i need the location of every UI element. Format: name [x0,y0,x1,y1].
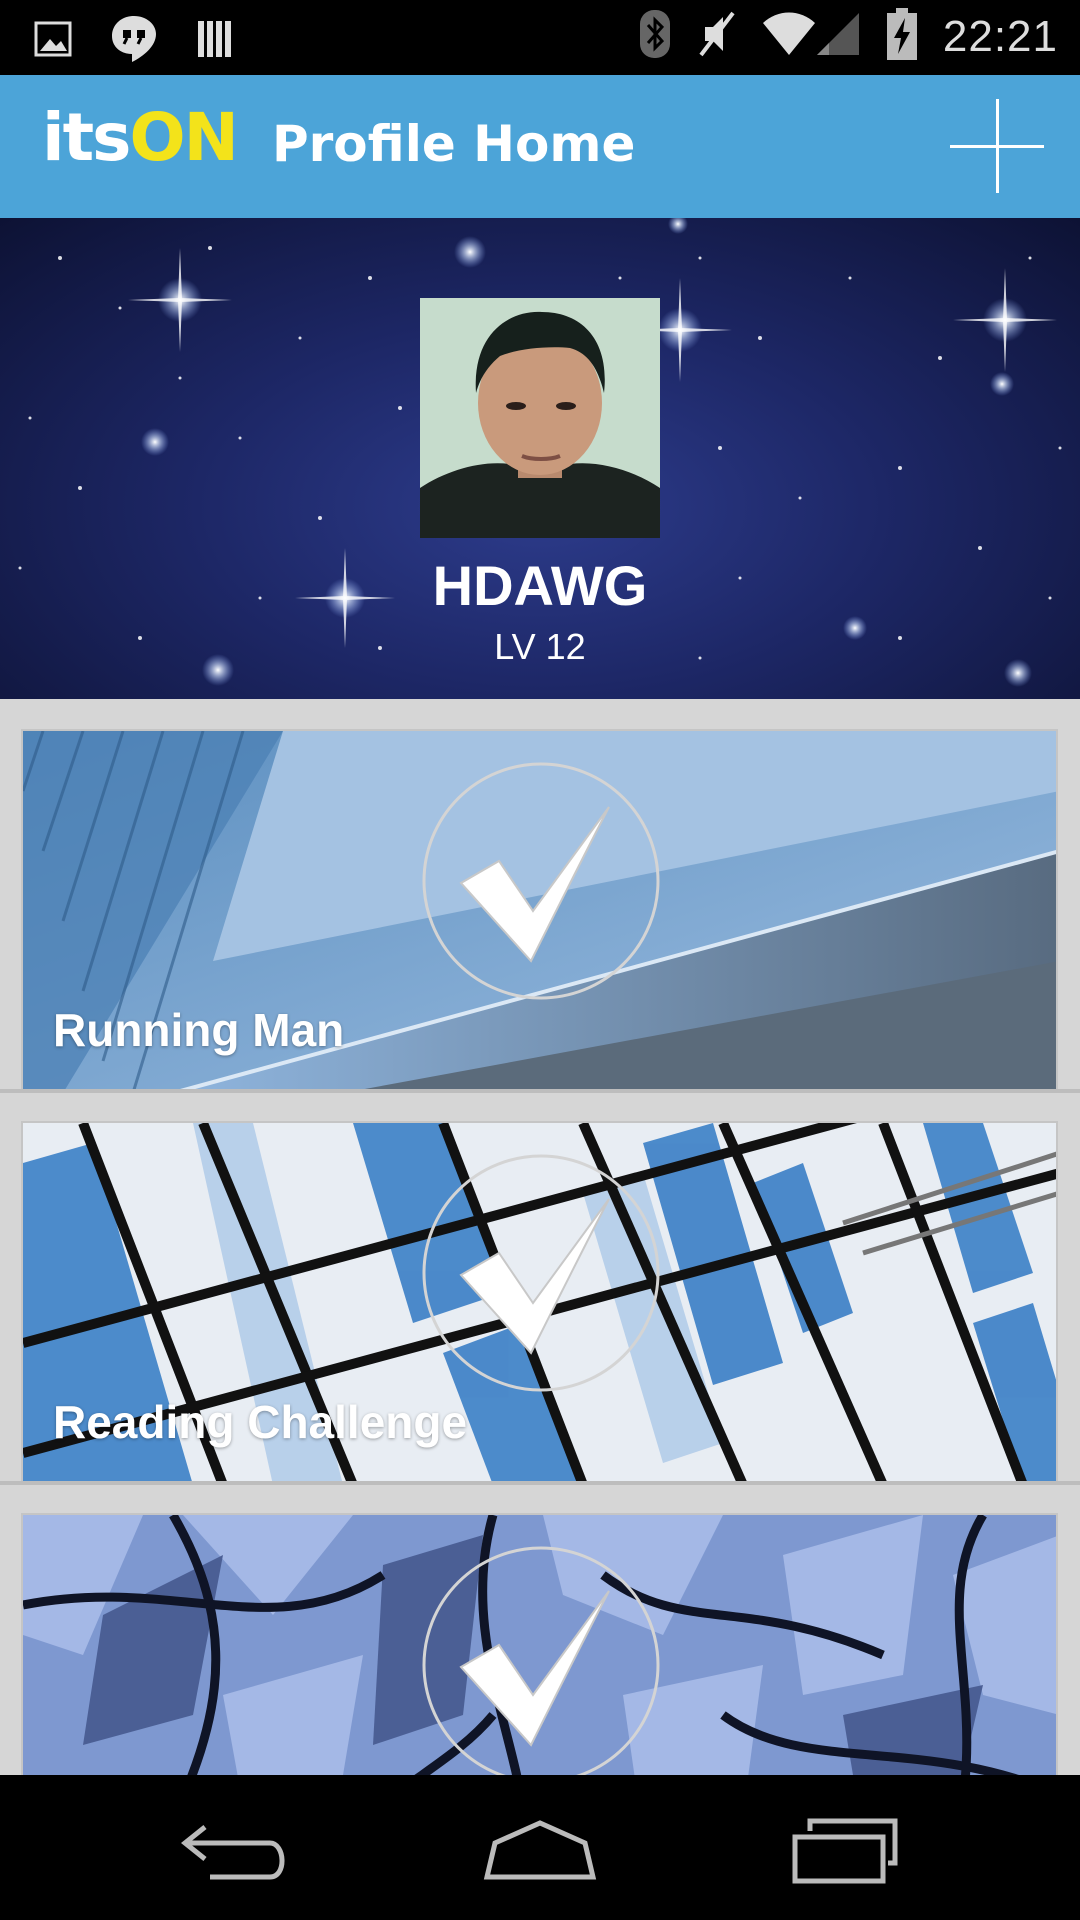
challenge-card[interactable]: Running Man [21,729,1058,1091]
logo-on: ON [129,99,238,176]
home-button[interactable] [475,1805,605,1895]
bluetooth-icon [639,9,671,64]
profile-header: HDAWG LV 12 [0,218,1080,699]
checkmark-icon [422,1154,660,1392]
checkmark-icon [422,1546,660,1775]
signal-icon [815,11,861,62]
challenge-card[interactable] [21,1513,1058,1775]
challenge-card[interactable]: Reading Challenge [21,1121,1058,1483]
hangouts-icon [110,14,158,69]
image-icon [34,21,72,62]
challenge-title: Reading Challenge [53,1396,468,1448]
user-level: LV 12 [494,626,586,667]
back-button[interactable] [175,1805,305,1895]
recent-apps-icon [792,1818,898,1884]
challenge-list: Running Man Reading Challenge [0,699,1080,1775]
checkmark-icon [422,762,660,1000]
card-divider [0,1089,1080,1093]
avatar-portrait [420,298,660,538]
challenge-title: Running Man [53,1004,345,1056]
home-icon [483,1820,597,1880]
status-bar: 22:21 [0,0,1080,75]
user-name: HDAWG [432,554,648,617]
battery-charging-icon [886,8,917,65]
app-logo: itsON [42,105,239,171]
back-icon [180,1825,285,1880]
wifi-icon [762,11,815,62]
app-bar: itsON Profile Home [0,75,1080,218]
avatar[interactable] [420,298,660,538]
clock: 22:21 [942,11,1058,61]
add-challenge-button[interactable] [950,99,1044,193]
logo-its: its [42,99,131,176]
library-icon [196,19,234,64]
mute-icon [697,9,737,64]
page-title: Profile Home [272,115,636,173]
recent-apps-button[interactable] [780,1805,910,1895]
card-divider [0,1481,1080,1485]
navigation-bar [0,1775,1080,1920]
